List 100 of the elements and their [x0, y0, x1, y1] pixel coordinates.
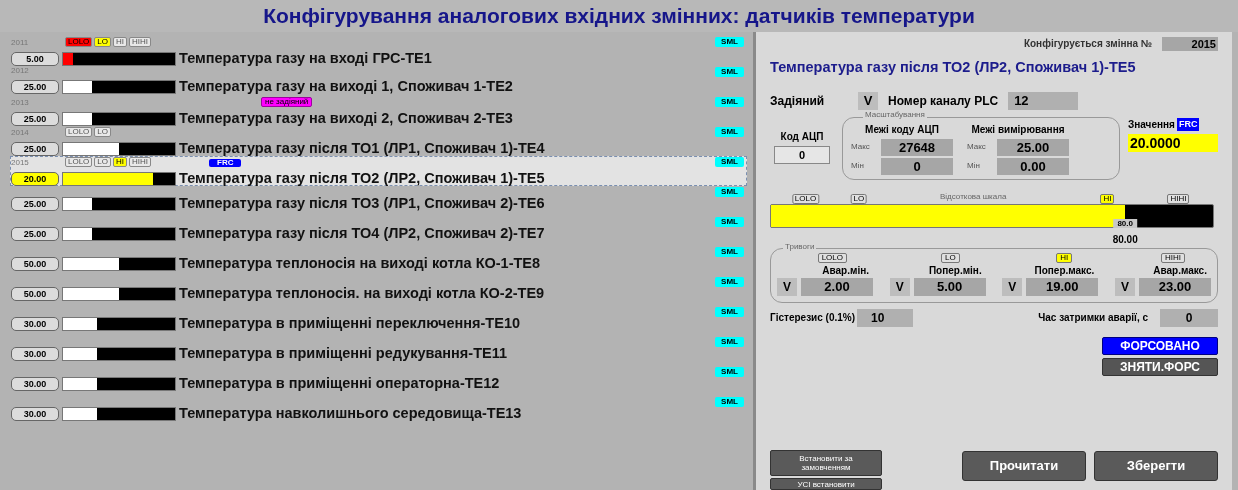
forced-badge: FRC	[209, 159, 242, 167]
alarm-tag: LO	[94, 157, 111, 167]
limit-field[interactable]: 0.00	[997, 157, 1069, 175]
scale-reading: 80.00	[1112, 232, 1138, 247]
alarm-checkbox[interactable]: V	[1114, 277, 1135, 296]
alarm-tag: LOLO	[65, 37, 93, 47]
sensor-name: Температура навколишнього середовища-ТЕ13	[179, 404, 522, 424]
limit-field[interactable]: 0	[881, 157, 953, 175]
enabled-checkbox[interactable]: V	[858, 91, 878, 110]
alarm-tag: LOLO	[65, 127, 93, 137]
limit-label: Мін	[967, 160, 981, 173]
value-field: 30.00	[11, 377, 59, 392]
sml-badge: SML	[715, 67, 744, 77]
sensor-name: Температура газу після ТО2 (ЛР2, Споживач 1)-ТЕ5	[179, 169, 545, 188]
alarm-tag: LOLO	[817, 252, 847, 263]
sml-badge: SML	[715, 187, 744, 197]
sensor-row[interactable]: 30.00 Температура навколишнього середовища-ТЕ13 SML	[10, 396, 747, 426]
limit-field[interactable]: 25.00	[997, 138, 1069, 156]
delay-label: Час затримки аварії, с	[1038, 311, 1148, 326]
action-button[interactable]: Зберегти	[1094, 451, 1218, 481]
limit-label: Макс	[967, 141, 987, 154]
force-button[interactable]: ЗНЯТИ.ФОРС	[1102, 357, 1218, 376]
sml-badge: SML	[715, 277, 744, 287]
sensor-row[interactable]: 30.00 Температура в приміщенні операторна-ТЕ12 SML	[10, 366, 747, 396]
value-label: Значення	[1128, 117, 1175, 132]
group-legend: Масштабування	[863, 110, 927, 119]
config-label: Конфігурується змінна №	[1023, 37, 1152, 51]
sml-badge: SML	[715, 37, 744, 47]
value-field: 25.00	[11, 197, 59, 212]
sensor-name: Температура газу після ТО1 (ЛР1, Споживач 1)-ТЕ4	[179, 139, 545, 158]
limit-field[interactable]: 27648	[881, 138, 953, 156]
sensor-name: Температура теплоносія на виході котла КО-1-ТЕ8	[179, 254, 541, 274]
limit-label: Макс	[851, 141, 871, 154]
sml-badge: SML	[715, 157, 744, 167]
group-legend: Тривоги	[783, 242, 817, 251]
sensor-name: Температура газу на виході 1, Споживач 1-ТЕ2	[179, 77, 513, 96]
screen-title: Конфігурування аналогових вхідних змінних: датчиків температури	[263, 3, 975, 30]
config-number: 2015	[1162, 36, 1218, 51]
alarm-tag: HIHI	[1160, 252, 1185, 263]
alarm-value-field[interactable]: 5.00	[913, 277, 986, 296]
sensor-name: Температура газу після ТО4 (ЛР2, Споживач 2)-ТЕ7	[179, 224, 545, 244]
sensor-row[interactable]: 50.00 Температура теплоносія. на виході котла КО-2-ТЕ9 SML	[10, 276, 747, 306]
value-field: 25.00	[11, 227, 59, 242]
alarm-value-field[interactable]: 19.00	[1026, 277, 1099, 296]
value-field: 50.00	[11, 257, 59, 272]
sensor-name: Температура теплоносія. на виході котла КО-2-ТЕ9	[179, 284, 545, 304]
alarm-tag: LO	[941, 252, 960, 263]
variable-number: 2015	[11, 159, 30, 167]
alarm-checkbox[interactable]: V	[777, 277, 797, 296]
value-field: 20.00	[11, 171, 59, 186]
alarm-checkbox[interactable]: V	[889, 277, 910, 296]
adc-field: 0	[774, 145, 830, 164]
alarm-value-field[interactable]: 2.00	[801, 277, 873, 296]
sensor-row[interactable]: 25.00 Температура газу після ТО4 (ЛР2, Споживач 2)-ТЕ7 SML	[10, 216, 747, 246]
sml-badge: SML	[715, 397, 744, 407]
alarm-label: Авар.мін.	[822, 263, 869, 278]
alarm-tag: HIHI	[129, 37, 151, 47]
value-field: 30.00	[11, 407, 59, 422]
delay-field[interactable]: 0	[1160, 308, 1218, 327]
limit-marker: HI	[1100, 193, 1115, 204]
alarm-tag: HIHI	[129, 157, 151, 167]
sensor-name: Температура газу на виході 2, Споживач 2-ТЕ3	[179, 109, 513, 128]
limit-marker: LO	[850, 193, 868, 204]
sensor-row[interactable]: 25.00 Температура газу після ТО3 (ЛР1, Споживач 2)-ТЕ6 SML	[10, 186, 747, 216]
alarm-label: Попер.мін.	[928, 263, 982, 278]
adc-label: Код АЦП	[780, 129, 824, 144]
default-button[interactable]: Встановити за замовченням	[770, 450, 882, 476]
limits-title: Межі коду АЦП	[864, 122, 940, 137]
value-field: 5.00	[11, 51, 59, 66]
default-button[interactable]: УСІ встановити	[770, 478, 882, 490]
sensor-name: Температура в приміщенні редукування-ТЕ11	[179, 344, 507, 364]
force-button[interactable]: ФОРСОВАНО	[1102, 336, 1218, 355]
sml-badge: SML	[715, 217, 744, 227]
plc-channel-field[interactable]: 12	[1008, 91, 1079, 110]
alarm-tag: HI	[113, 37, 127, 47]
hysteresis-field[interactable]: 10	[857, 308, 914, 327]
value-field: 20.0000	[1128, 133, 1218, 152]
value-field: 30.00	[11, 347, 59, 362]
action-button[interactable]: Прочитати	[962, 451, 1086, 481]
sml-badge: SML	[715, 97, 744, 107]
alarm-tag: LO	[94, 127, 111, 137]
alarm-checkbox[interactable]: V	[1002, 277, 1023, 296]
sensor-row[interactable]: 50.00 Температура теплоносія на виході котла КО-1-ТЕ8 SML	[10, 246, 747, 276]
value-field: 25.00	[11, 111, 59, 126]
limit-marker: LOLO	[791, 193, 820, 204]
status-tag: не задіяний	[261, 97, 313, 107]
sml-badge: SML	[715, 307, 744, 317]
alarm-tag: LOLO	[65, 157, 93, 167]
alarm-tag: LO	[94, 37, 111, 47]
sensor-row[interactable]: 30.00 Температура в приміщенні редукування-ТЕ11 SML	[10, 336, 747, 366]
scale-pointer: 80.0	[1113, 218, 1137, 228]
limit-label: Мін	[851, 160, 865, 173]
sensor-row[interactable]: 30.00 Температура в приміщенні переключення-ТЕ10 SML	[10, 306, 747, 336]
value-field: 25.00	[11, 79, 59, 94]
scale-legend: Відсоткова шкала	[940, 192, 1007, 201]
alarm-value-field[interactable]: 23.00	[1138, 277, 1211, 296]
forced-badge: FRC	[1176, 117, 1200, 131]
sensor-row[interactable]: 2015 LOLO LO HI HIHI FRC 20.00 Температура газу після ТО2 (ЛР2, Споживач 1)-ТЕ5 SML	[10, 156, 747, 186]
variable-title: Температура газу після ТО2 (ЛР2, Споживач 1)-ТЕ5	[770, 58, 1137, 77]
enabled-label: Задіяний	[770, 92, 826, 110]
